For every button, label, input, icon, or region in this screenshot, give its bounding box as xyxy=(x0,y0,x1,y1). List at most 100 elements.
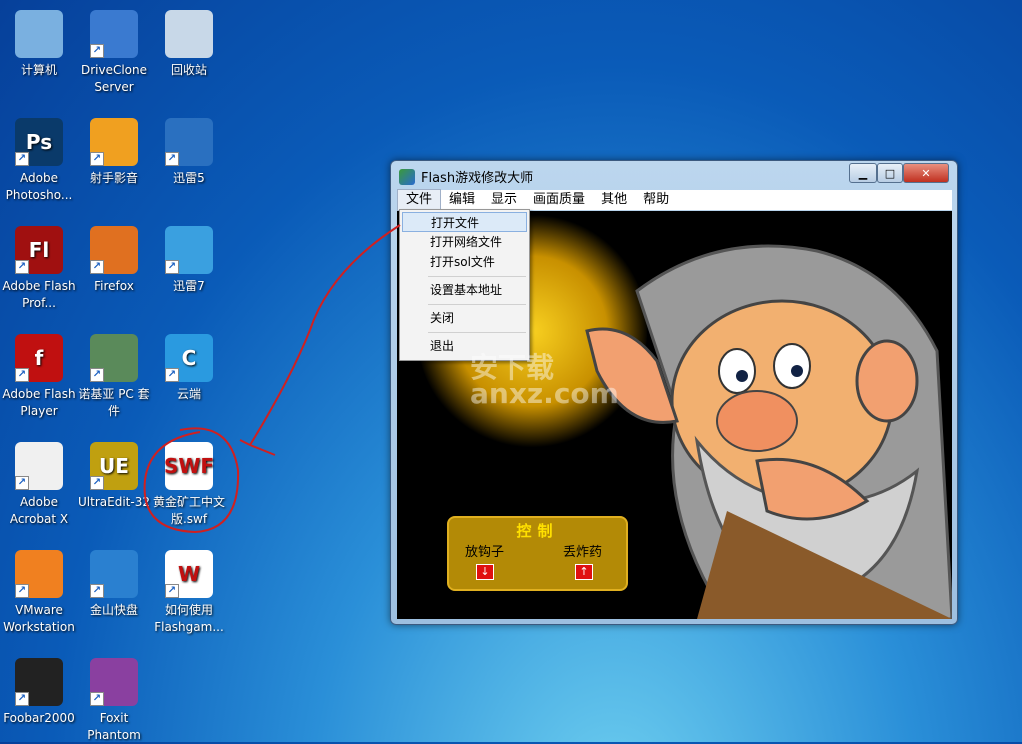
shortcut-arrow-icon: ↗ xyxy=(90,368,104,382)
recycle-bin-icon xyxy=(165,10,213,58)
menu-view[interactable]: 显示 xyxy=(483,190,525,210)
thunder-icon: ↗ xyxy=(165,118,213,166)
desktop-icon[interactable]: C ↗ 云端 xyxy=(151,334,227,403)
icon-label: 射手影音 xyxy=(89,171,138,185)
icon-label: 计算机 xyxy=(20,63,57,77)
icon-label: 迅雷5 xyxy=(173,171,205,185)
menu-quality[interactable]: 画面质量 xyxy=(525,190,593,210)
bomb-up-arrow-button[interactable]: ↑ xyxy=(575,564,593,580)
desktop-icon[interactable]: SWF 黄金矿工中文版.swf xyxy=(151,442,227,528)
control-panel: 控制 放钩子 丢炸药 ↓ ↑ xyxy=(447,516,628,591)
hook-down-arrow-button[interactable]: ↓ xyxy=(476,564,494,580)
icon-label: Adobe Flash Player xyxy=(2,387,76,418)
menu-other[interactable]: 其他 xyxy=(593,190,635,210)
vmware-icon: ↗ xyxy=(15,550,63,598)
app-icon: Ps ↗ xyxy=(15,118,63,166)
shortcut-arrow-icon: ↗ xyxy=(15,692,29,706)
desktop-icon[interactable]: ↗ Foxit Phantom xyxy=(76,658,152,744)
shortcut-arrow-icon: ↗ xyxy=(15,476,29,490)
menu-separator xyxy=(428,276,526,277)
icon-label: 诺基亚 PC 套件 xyxy=(78,387,150,418)
menu-item-open-network-file[interactable]: 打开网络文件 xyxy=(402,232,527,252)
menu-item-set-base-address[interactable]: 设置基本地址 xyxy=(402,280,527,300)
desktop-icon[interactable]: Ps ↗ Adobe Photosho... xyxy=(1,118,77,204)
foobar-icon: ↗ xyxy=(15,658,63,706)
minimize-button[interactable]: ▁ xyxy=(849,163,877,183)
menu-help[interactable]: 帮助 xyxy=(635,190,677,210)
icon-label: Foxit Phantom xyxy=(87,711,141,742)
app-icon: SWF xyxy=(164,442,214,490)
menu-item-open-file[interactable]: 打开文件 xyxy=(402,212,527,232)
desktop-icon[interactable]: ↗ 迅雷7 xyxy=(151,226,227,295)
close-button[interactable]: ✕ xyxy=(903,163,949,183)
splayer-icon: ↗ xyxy=(90,118,138,166)
app-icon: C ↗ xyxy=(165,334,213,382)
shortcut-arrow-icon: ↗ xyxy=(165,152,179,166)
icon-label: 回收站 xyxy=(170,63,207,77)
desktop-icon[interactable]: ↗ VMware Workstation xyxy=(1,550,77,636)
shortcut-arrow-icon: ↗ xyxy=(90,692,104,706)
maximize-button[interactable]: □ xyxy=(877,163,903,183)
file-dropdown-menu: 打开文件 打开网络文件 打开sol文件 设置基本地址 关闭 退出 xyxy=(399,209,530,361)
menu-file[interactable]: 文件 xyxy=(397,189,442,211)
shortcut-arrow-icon: ↗ xyxy=(165,260,179,274)
icon-label: 金山快盘 xyxy=(89,603,138,617)
menu-item-close[interactable]: 关闭 xyxy=(402,308,527,328)
computer-icon xyxy=(15,10,63,58)
foxit-icon: ↗ xyxy=(90,658,138,706)
annotation-arrow xyxy=(249,224,401,446)
shortcut-arrow-icon: ↗ xyxy=(90,152,104,166)
menu-separator xyxy=(428,304,526,305)
app-icon: UE ↗ xyxy=(90,442,138,490)
shortcut-arrow-icon: ↗ xyxy=(90,476,104,490)
menu-edit[interactable]: 编辑 xyxy=(441,190,483,210)
desktop-icon[interactable]: ↗ 诺基亚 PC 套件 xyxy=(76,334,152,420)
hook-label: 放钩子 xyxy=(465,545,505,560)
shortcut-arrow-icon: ↗ xyxy=(90,260,104,274)
shortcut-arrow-icon: ↗ xyxy=(15,368,29,382)
thunder7-icon: ↗ xyxy=(165,226,213,274)
desktop-icon[interactable]: ↗ 射手影音 xyxy=(76,118,152,187)
shortcut-arrow-icon: ↗ xyxy=(15,584,29,598)
app-icon: Fl ↗ xyxy=(15,226,63,274)
icon-label: 如何使用Flashgam... xyxy=(154,603,224,634)
shortcut-arrow-icon: ↗ xyxy=(15,260,29,274)
desktop-icon[interactable]: ↗ Adobe Acrobat X xyxy=(1,442,77,528)
menu-bar: 文件 编辑 显示 画面质量 其他 帮助 xyxy=(397,189,952,211)
icon-label: UltraEdit-32 xyxy=(78,495,150,509)
shortcut-arrow-icon: ↗ xyxy=(90,584,104,598)
desktop-icon[interactable]: ↗ DriveClone Server xyxy=(76,10,152,96)
shortcut-arrow-icon: ↗ xyxy=(15,152,29,166)
icon-label: Foobar2000 xyxy=(3,711,75,725)
icon-label: DriveClone Server xyxy=(80,63,148,94)
desktop-icon[interactable]: ↗ Foobar2000 xyxy=(1,658,77,727)
desktop-icon[interactable]: ↗ 金山快盘 xyxy=(76,550,152,619)
app-icon: f ↗ xyxy=(15,334,63,382)
shortcut-arrow-icon: ↗ xyxy=(90,44,104,58)
icon-label: Adobe Photosho... xyxy=(5,171,73,202)
nokia-icon: ↗ xyxy=(90,334,138,382)
bomb-label: 丢炸药 xyxy=(563,545,603,560)
annotation-arrowhead xyxy=(239,439,276,456)
menu-item-open-sol-file[interactable]: 打开sol文件 xyxy=(402,252,527,272)
icon-label: Adobe Flash Prof... xyxy=(2,279,76,310)
window-title: Flash游戏修改大师 xyxy=(399,167,533,186)
acrobat-icon: ↗ xyxy=(15,442,63,490)
desktop-icon[interactable]: 回收站 xyxy=(151,10,227,79)
desktop-icon[interactable]: 计算机 xyxy=(1,10,77,79)
desktop-icon[interactable]: Fl ↗ Adobe Flash Prof... xyxy=(1,226,77,312)
desktop-icon[interactable]: UE ↗ UltraEdit-32 xyxy=(76,442,152,511)
driveclone-icon: ↗ xyxy=(90,10,138,58)
desktop-icon[interactable]: ↗ 迅雷5 xyxy=(151,118,227,187)
desktop-icon[interactable]: W ↗ 如何使用Flashgam... xyxy=(151,550,227,636)
icon-label: 云端 xyxy=(176,387,201,401)
desktop-icon[interactable]: f ↗ Adobe Flash Player xyxy=(1,334,77,420)
icon-label: 迅雷7 xyxy=(173,279,205,293)
icon-label: Firefox xyxy=(94,279,134,293)
menu-separator xyxy=(428,332,526,333)
desktop-icon[interactable]: ↗ Firefox xyxy=(76,226,152,295)
icon-label: Adobe Acrobat X xyxy=(9,495,69,526)
shortcut-arrow-icon: ↗ xyxy=(165,368,179,382)
firefox-icon: ↗ xyxy=(90,226,138,274)
kuaipan-icon: ↗ xyxy=(90,550,138,598)
